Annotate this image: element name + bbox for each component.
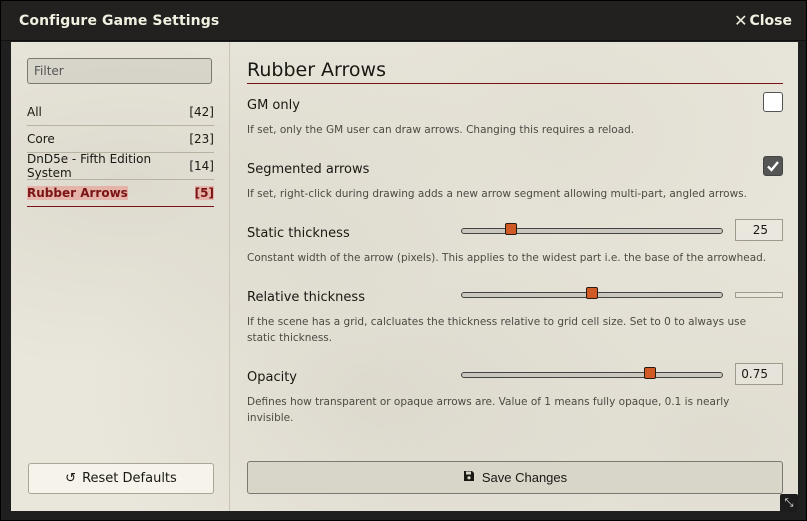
sidebar-item-count: [42] bbox=[189, 105, 214, 119]
section-title: Rubber Arrows bbox=[247, 59, 783, 84]
category-list: All [42] Core [23] DnD5e - Fifth Edition… bbox=[27, 99, 214, 207]
slider-track bbox=[461, 372, 723, 378]
resize-icon: ⤡ bbox=[784, 496, 794, 509]
sidebar-item-count: [5] bbox=[194, 186, 214, 200]
opacity-slider[interactable] bbox=[461, 367, 723, 379]
slider-thumb[interactable] bbox=[586, 287, 598, 299]
sidebar: All [42] Core [23] DnD5e - Fifth Edition… bbox=[11, 42, 230, 511]
slider-thumb[interactable] bbox=[643, 367, 656, 379]
gm-only-checkbox[interactable] bbox=[763, 92, 783, 112]
setting-label: GM only bbox=[247, 98, 300, 113]
slider-thumb[interactable] bbox=[504, 223, 517, 235]
setting-hint: If the scene has a grid, calcluates the … bbox=[247, 316, 747, 344]
sidebar-item-all[interactable]: All [42] bbox=[27, 99, 214, 126]
sidebar-item-dnd5e[interactable]: DnD5e - Fifth Edition System [14] bbox=[27, 152, 214, 180]
undo-icon: ↺ bbox=[65, 471, 77, 486]
x-icon: ✕ bbox=[734, 11, 748, 30]
opacity-value[interactable]: 0.75 bbox=[735, 363, 783, 385]
relative-thickness-value[interactable] bbox=[735, 292, 783, 298]
setting-label: Segmented arrows bbox=[247, 162, 370, 177]
sidebar-item-rubber-arrows[interactable]: Rubber Arrows [5] bbox=[27, 180, 214, 207]
settings-window: Configure Game Settings ✕ Close All [42]… bbox=[0, 0, 807, 521]
setting-hint: If set, right-click during drawing adds … bbox=[247, 188, 747, 200]
filter-input[interactable] bbox=[27, 58, 212, 84]
setting-hint: Constant width of the arrow (pixels). Th… bbox=[247, 252, 767, 264]
setting-hint: If set, only the GM user can draw arrows… bbox=[247, 124, 635, 136]
reset-defaults-label: Reset Defaults bbox=[82, 471, 177, 486]
checkmark-icon bbox=[767, 161, 779, 172]
window-title: Configure Game Settings bbox=[19, 12, 220, 29]
static-thickness-slider[interactable] bbox=[461, 223, 723, 235]
sidebar-item-count: [23] bbox=[189, 132, 214, 146]
sidebar-item-label: DnD5e - Fifth Edition System bbox=[27, 152, 152, 180]
sidebar-item-label: All bbox=[27, 105, 42, 119]
resize-handle[interactable]: ⤡ bbox=[780, 494, 798, 512]
slider-track bbox=[461, 228, 723, 234]
window-titlebar[interactable]: Configure Game Settings ✕ Close bbox=[1, 1, 806, 41]
close-label: Close bbox=[749, 12, 792, 29]
relative-thickness-slider[interactable] bbox=[461, 287, 723, 299]
setting-label: Relative thickness bbox=[247, 290, 365, 305]
sidebar-item-label: Core bbox=[27, 132, 55, 146]
setting-label: Opacity bbox=[247, 370, 298, 385]
floppy-disk-icon bbox=[463, 470, 475, 485]
close-button[interactable]: ✕ Close bbox=[734, 11, 792, 30]
segmented-arrows-checkbox[interactable] bbox=[763, 156, 783, 176]
sidebar-item-label: Rubber Arrows bbox=[27, 186, 128, 200]
sidebar-item-core[interactable]: Core [23] bbox=[27, 126, 214, 153]
sidebar-item-count: [14] bbox=[189, 159, 214, 173]
settings-panel: Rubber Arrows GM only If set, only the G… bbox=[247, 42, 783, 511]
setting-label: Static thickness bbox=[247, 226, 350, 241]
save-changes-label: Save Changes bbox=[481, 470, 568, 485]
static-thickness-value[interactable]: 25 bbox=[735, 219, 783, 241]
reset-defaults-button[interactable]: ↺ Reset Defaults bbox=[28, 463, 214, 494]
setting-hint: Defines how transparent or opaque arrows… bbox=[247, 396, 730, 424]
window-content: All [42] Core [23] DnD5e - Fifth Edition… bbox=[11, 42, 798, 511]
save-changes-button[interactable]: Save Changes bbox=[247, 461, 783, 494]
